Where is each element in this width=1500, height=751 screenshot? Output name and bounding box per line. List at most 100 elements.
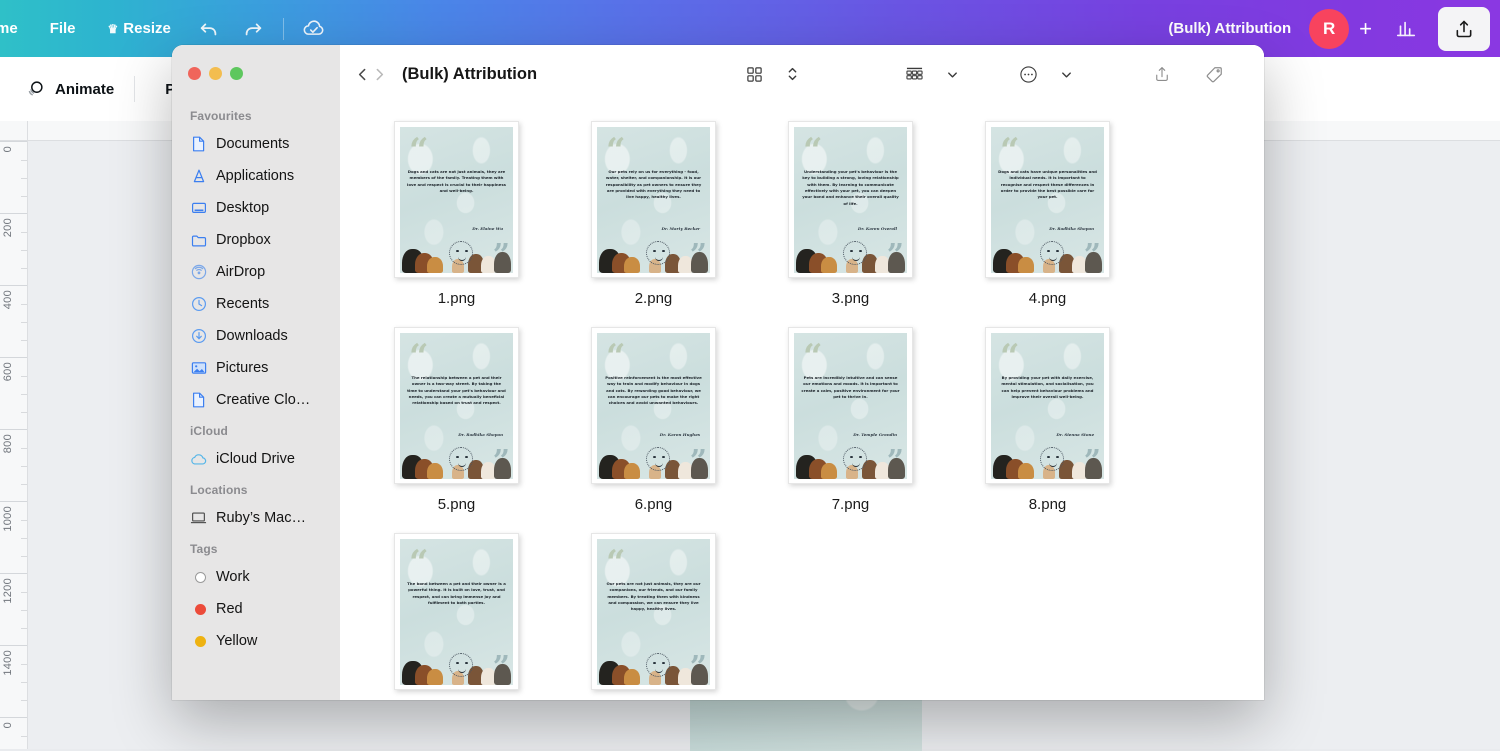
sidebar-item-airdrop[interactable]: AirDrop bbox=[172, 256, 340, 288]
pet-silhouette bbox=[1018, 257, 1034, 273]
undo-icon[interactable] bbox=[189, 9, 229, 49]
file-thumbnail[interactable]: “Pets are incredibly intuitive and can s… bbox=[788, 327, 913, 484]
menu-home[interactable]: me bbox=[0, 0, 34, 57]
sidebar-item-desktop[interactable]: Desktop bbox=[172, 192, 340, 224]
sidebar-section-heading: Tags bbox=[172, 534, 340, 561]
quote-mark-icon: “ bbox=[606, 134, 624, 168]
sidebar-item-red[interactable]: Red bbox=[172, 593, 340, 625]
file-name-label[interactable]: 7.png bbox=[832, 496, 870, 513]
file-item[interactable]: “The bond between a pet and their owner … bbox=[358, 533, 555, 700]
poster-author-text: Dr. Karen Overall bbox=[858, 226, 897, 231]
ruler-tick-label: 1400 bbox=[2, 650, 14, 676]
ruler-tick: 0 bbox=[0, 717, 28, 749]
vertical-ruler[interactable]: 020040060080010001200140002004006000 bbox=[0, 141, 28, 749]
sidebar-item-recents[interactable]: Recents bbox=[172, 288, 340, 320]
ruler-tick-label: 200 bbox=[2, 218, 14, 237]
file-thumbnail[interactable]: “The relationship between a pet and thei… bbox=[394, 327, 519, 484]
group-by-chevron-button[interactable] bbox=[935, 59, 969, 89]
more-actions-chevron-button[interactable] bbox=[1049, 59, 1083, 89]
file-thumbnail[interactable]: “Dogs and cats are not just animals, the… bbox=[394, 121, 519, 278]
ruler-tick: 0 bbox=[0, 141, 28, 213]
ruler-tick-label: 0 bbox=[2, 146, 14, 152]
add-collaborator-button[interactable]: + bbox=[1359, 16, 1372, 42]
finder-window[interactable]: FavouritesDocumentsApplicationsDesktopDr… bbox=[172, 45, 1264, 700]
poster-quote-text: Our pets rely on us for everything - foo… bbox=[604, 169, 703, 201]
finder-main: (Bulk) Attribution bbox=[340, 45, 1264, 700]
chevron-down-icon bbox=[946, 68, 959, 81]
animate-button[interactable]: Animate bbox=[10, 70, 128, 108]
sidebar-item-yellow[interactable]: Yellow bbox=[172, 625, 340, 657]
file-item[interactable]: “Our pets rely on us for everything - fo… bbox=[555, 121, 752, 307]
cloud-check-icon[interactable] bbox=[294, 9, 334, 49]
file-item[interactable]: “Dogs and cats are not just animals, the… bbox=[358, 121, 555, 307]
quote-mark-icon: “ bbox=[409, 546, 427, 580]
pet-silhouette bbox=[624, 669, 640, 685]
file-thumbnail[interactable]: “The bond between a pet and their owner … bbox=[394, 533, 519, 690]
file-item[interactable]: “The relationship between a pet and thei… bbox=[358, 327, 555, 513]
poster-quote-text: The bond between a pet and their owner i… bbox=[407, 581, 506, 606]
file-name-label[interactable]: 2.png bbox=[635, 290, 673, 307]
file-name-label[interactable]: 4.png bbox=[1029, 290, 1067, 307]
thumbnail-frame: “Our pets are not just animals, they are… bbox=[591, 533, 716, 690]
file-name-label[interactable]: 8.png bbox=[1029, 496, 1067, 513]
sidebar-item-documents[interactable]: Documents bbox=[172, 128, 340, 160]
sidebar-item-icloud-drive[interactable]: iCloud Drive bbox=[172, 443, 340, 475]
sidebar-item-dropbox[interactable]: Dropbox bbox=[172, 224, 340, 256]
share-button[interactable] bbox=[1145, 59, 1179, 89]
minimize-traffic-light[interactable] bbox=[209, 67, 222, 80]
sidebar-item-downloads[interactable]: Downloads bbox=[172, 320, 340, 352]
ruler-minor-tick bbox=[21, 394, 28, 395]
sidebar-item-work[interactable]: Work bbox=[172, 561, 340, 593]
redo-icon[interactable] bbox=[233, 9, 273, 49]
file-thumbnail[interactable]: “Our pets rely on us for everything - fo… bbox=[591, 121, 716, 278]
ruler-minor-tick bbox=[21, 268, 28, 269]
file-item[interactable]: “Dogs and cats have unique personalities… bbox=[949, 121, 1146, 307]
quote-mark-icon: “ bbox=[803, 340, 821, 374]
file-thumbnail[interactable]: “Dogs and cats have unique personalities… bbox=[985, 121, 1110, 278]
tag-dot-icon bbox=[190, 569, 207, 586]
file-item[interactable]: “Positive reinforcement is the most effe… bbox=[555, 327, 752, 513]
sidebar-item-label: AirDrop bbox=[216, 264, 265, 280]
ruler-tick: 1200 bbox=[0, 573, 28, 645]
share-button[interactable] bbox=[1438, 7, 1490, 51]
sidebar-item-pictures[interactable]: Pictures bbox=[172, 352, 340, 384]
file-item[interactable]: “Pets are incredibly intuitive and can s… bbox=[752, 327, 949, 513]
ruler-minor-tick bbox=[21, 178, 28, 179]
sidebar-item-ruby-s-mac[interactable]: Ruby’s Mac… bbox=[172, 502, 340, 534]
finder-file-grid[interactable]: “Dogs and cats are not just animals, the… bbox=[340, 103, 1264, 700]
tag-button[interactable] bbox=[1197, 59, 1231, 89]
close-traffic-light[interactable] bbox=[188, 67, 201, 80]
pictures-icon bbox=[190, 360, 207, 377]
group-by-button[interactable] bbox=[897, 59, 931, 89]
back-button[interactable] bbox=[354, 57, 371, 91]
file-name-label[interactable]: 5.png bbox=[438, 496, 476, 513]
more-actions-button[interactable] bbox=[1011, 59, 1045, 89]
chevron-right-icon bbox=[371, 66, 388, 83]
document-title[interactable]: (Bulk) Attribution bbox=[1168, 20, 1291, 37]
window-traffic-lights[interactable] bbox=[188, 67, 243, 80]
file-thumbnail[interactable]: “Our pets are not just animals, they are… bbox=[591, 533, 716, 690]
file-thumbnail[interactable]: “Positive reinforcement is the most effe… bbox=[591, 327, 716, 484]
file-item[interactable]: “Understanding your pet's behaviour is t… bbox=[752, 121, 949, 307]
download-icon bbox=[190, 328, 207, 345]
view-sort-button[interactable] bbox=[775, 59, 809, 89]
zoom-traffic-light[interactable] bbox=[230, 67, 243, 80]
file-name-label[interactable]: 1.png bbox=[438, 290, 476, 307]
menu-file[interactable]: File bbox=[34, 0, 92, 57]
icon-view-button[interactable] bbox=[737, 59, 771, 89]
sidebar-item-creative-clo[interactable]: Creative Clo… bbox=[172, 384, 340, 416]
bar-chart-icon[interactable] bbox=[1386, 9, 1426, 49]
sidebar-item-applications[interactable]: Applications bbox=[172, 160, 340, 192]
file-thumbnail[interactable]: “Understanding your pet's behaviour is t… bbox=[788, 121, 913, 278]
file-thumbnail[interactable]: “By providing your pet with daily exerci… bbox=[985, 327, 1110, 484]
forward-button[interactable] bbox=[371, 57, 388, 91]
file-name-label[interactable]: 3.png bbox=[832, 290, 870, 307]
finder-sidebar[interactable]: FavouritesDocumentsApplicationsDesktopDr… bbox=[172, 45, 340, 700]
sidebar-item-label: Recents bbox=[216, 296, 269, 312]
file-item[interactable]: “Our pets are not just animals, they are… bbox=[555, 533, 752, 700]
avatar[interactable]: R bbox=[1309, 9, 1349, 49]
file-name-label[interactable]: 6.png bbox=[635, 496, 673, 513]
menu-resize[interactable]: ♛ Resize bbox=[92, 0, 187, 57]
file-item[interactable]: “By providing your pet with daily exerci… bbox=[949, 327, 1146, 513]
smiley-face-icon bbox=[843, 447, 867, 471]
